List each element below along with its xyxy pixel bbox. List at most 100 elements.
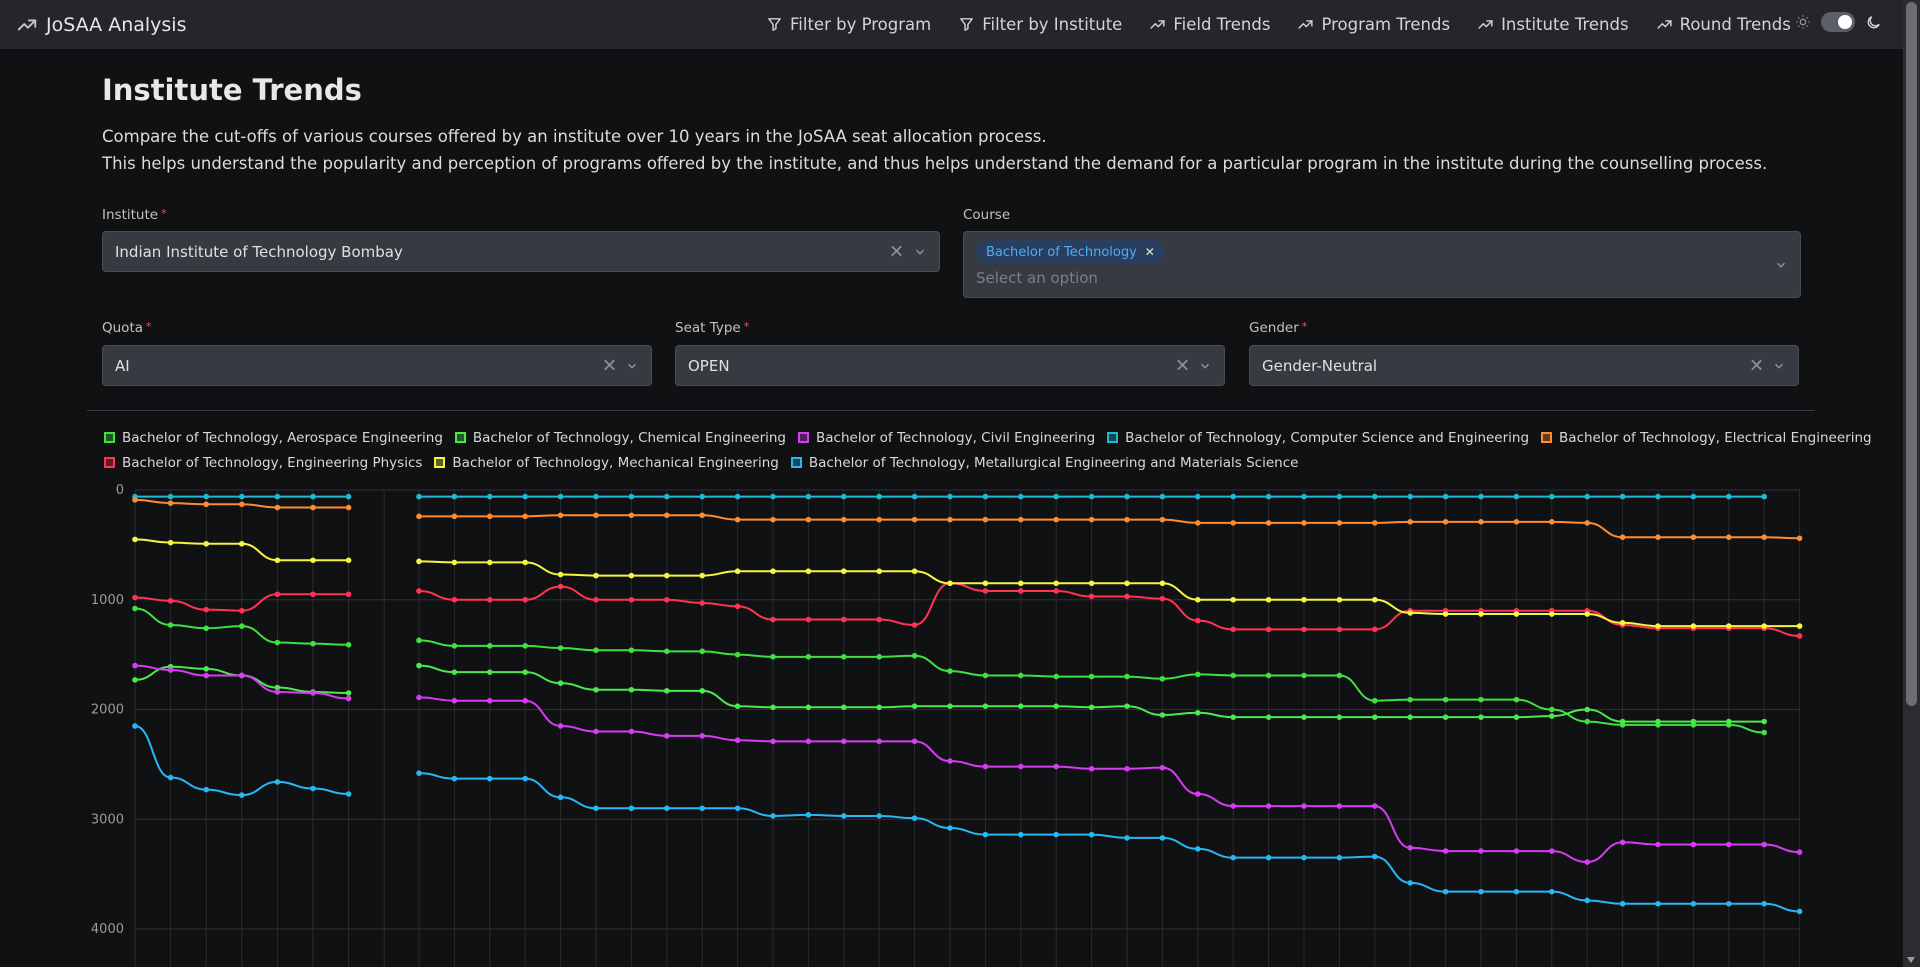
chevron-down-icon[interactable] [1772,359,1786,373]
data-point [1265,672,1272,679]
data-point [239,672,245,679]
remove-tag-icon[interactable]: ✕ [1145,245,1155,259]
data-point [1619,493,1626,500]
data-point [1265,854,1272,861]
nav-program-trends[interactable]: Program Trends [1297,15,1450,34]
theme-toggle[interactable] [1821,12,1855,32]
data-point [911,568,918,575]
chevron-down-icon[interactable] [913,245,927,259]
y-tick-label: 0 [116,483,124,498]
data-point [1372,626,1378,633]
data-point [451,697,458,704]
data-point [1372,803,1378,809]
data-point [1230,596,1236,603]
clear-icon[interactable]: ✕ [602,355,617,376]
scrollbar-thumb[interactable] [1906,2,1917,706]
data-point [1230,714,1236,720]
nav-institute-trends[interactable]: Institute Trends [1477,15,1629,34]
data-point [274,779,281,785]
data-point [203,501,209,508]
institute-select[interactable]: Indian Institute of Technology Bombay ✕ [102,231,940,272]
data-point [593,493,599,500]
course-tag[interactable]: Bachelor of Technology ✕ [976,240,1165,264]
data-point [1195,671,1201,678]
data-point [1372,697,1378,704]
page-scrollbar[interactable] [1903,0,1920,967]
data-point [1053,588,1059,594]
data-point [770,516,776,523]
legend-item[interactable]: Bachelor of Technology, Mechanical Engin… [434,455,779,471]
sun-icon [1796,15,1810,29]
data-point [1407,714,1413,720]
quota-select[interactable]: AI ✕ [102,345,652,386]
data-point [628,647,635,654]
data-point [1124,673,1130,680]
data-point [1655,718,1661,725]
data-point [132,677,138,683]
chevron-down-icon[interactable] [1198,359,1212,373]
data-point [451,513,458,520]
legend-item[interactable]: Bachelor of Technology, Engineering Phys… [104,455,422,471]
legend-item[interactable]: Bachelor of Technology, Civil Engineerin… [798,430,1095,446]
data-point [416,637,422,644]
data-point [1018,672,1024,679]
data-point [982,516,989,523]
data-point [947,668,953,674]
data-point [487,775,493,782]
gender-value: Gender-Neutral [1262,356,1378,375]
data-point [1195,596,1201,603]
data-point [1088,831,1095,838]
y-tick-label: 2000 [91,703,124,718]
data-point [664,805,670,812]
data-point [1230,493,1236,500]
data-point [1690,718,1697,725]
data-point [345,557,352,564]
institute-label: Institute * [102,207,167,223]
quota-label: Quota * [102,320,152,336]
chevron-down-icon[interactable] [1774,258,1788,272]
data-point [1726,623,1732,629]
series-line [418,582,1800,637]
data-point [982,493,989,500]
data-point [1159,835,1166,841]
chevron-down-icon[interactable] [625,359,639,373]
seat-type-select[interactable]: OPEN ✕ [675,345,1225,386]
legend-item[interactable]: Bachelor of Technology, Electrical Engin… [1541,430,1872,446]
clear-icon[interactable]: ✕ [889,241,904,262]
legend-item[interactable]: Bachelor of Technology, Chemical Enginee… [454,430,786,446]
nav-links: Filter by Program Filter by Institute Fi… [766,0,1818,49]
data-point [1372,596,1378,603]
data-point [982,672,989,679]
data-point [734,651,741,658]
data-point [203,540,209,547]
data-point [1584,718,1590,725]
data-point [345,591,352,598]
data-point [947,516,953,523]
data-point [628,805,635,812]
data-point [345,493,352,500]
clear-icon[interactable]: ✕ [1749,355,1764,376]
data-point [1053,763,1059,770]
data-point [1159,493,1166,500]
data-point [1336,493,1343,500]
nav-field-trends[interactable]: Field Trends [1149,15,1270,34]
clear-icon[interactable]: ✕ [1175,355,1190,376]
data-point [1336,596,1343,603]
data-point [1655,493,1661,500]
nav-round-trends[interactable]: Round Trends [1656,15,1791,34]
chart-legend: Bachelor of Technology, Aerospace Engine… [104,425,1872,475]
nav-filter-by-institute[interactable]: Filter by Institute [958,15,1122,34]
brand[interactable]: JoSAA Analysis [16,14,187,36]
data-point [451,775,458,782]
nav-filter-by-program[interactable]: Filter by Program [766,15,931,34]
legend-item[interactable]: Bachelor of Technology, Metallurgical En… [790,455,1298,471]
data-point [1053,673,1059,680]
legend-item[interactable]: Bachelor of Technology, Aerospace Engine… [104,430,443,446]
course-multiselect[interactable]: Bachelor of Technology ✕ Select an optio… [963,231,1801,298]
gender-select[interactable]: Gender-Neutral ✕ [1249,345,1799,386]
legend-item[interactable]: Bachelor of Technology, Computer Science… [1107,430,1529,446]
data-point [167,667,174,673]
scroll-down-arrow[interactable] [1907,957,1915,963]
data-point [274,493,281,500]
legend-swatch [798,432,809,443]
